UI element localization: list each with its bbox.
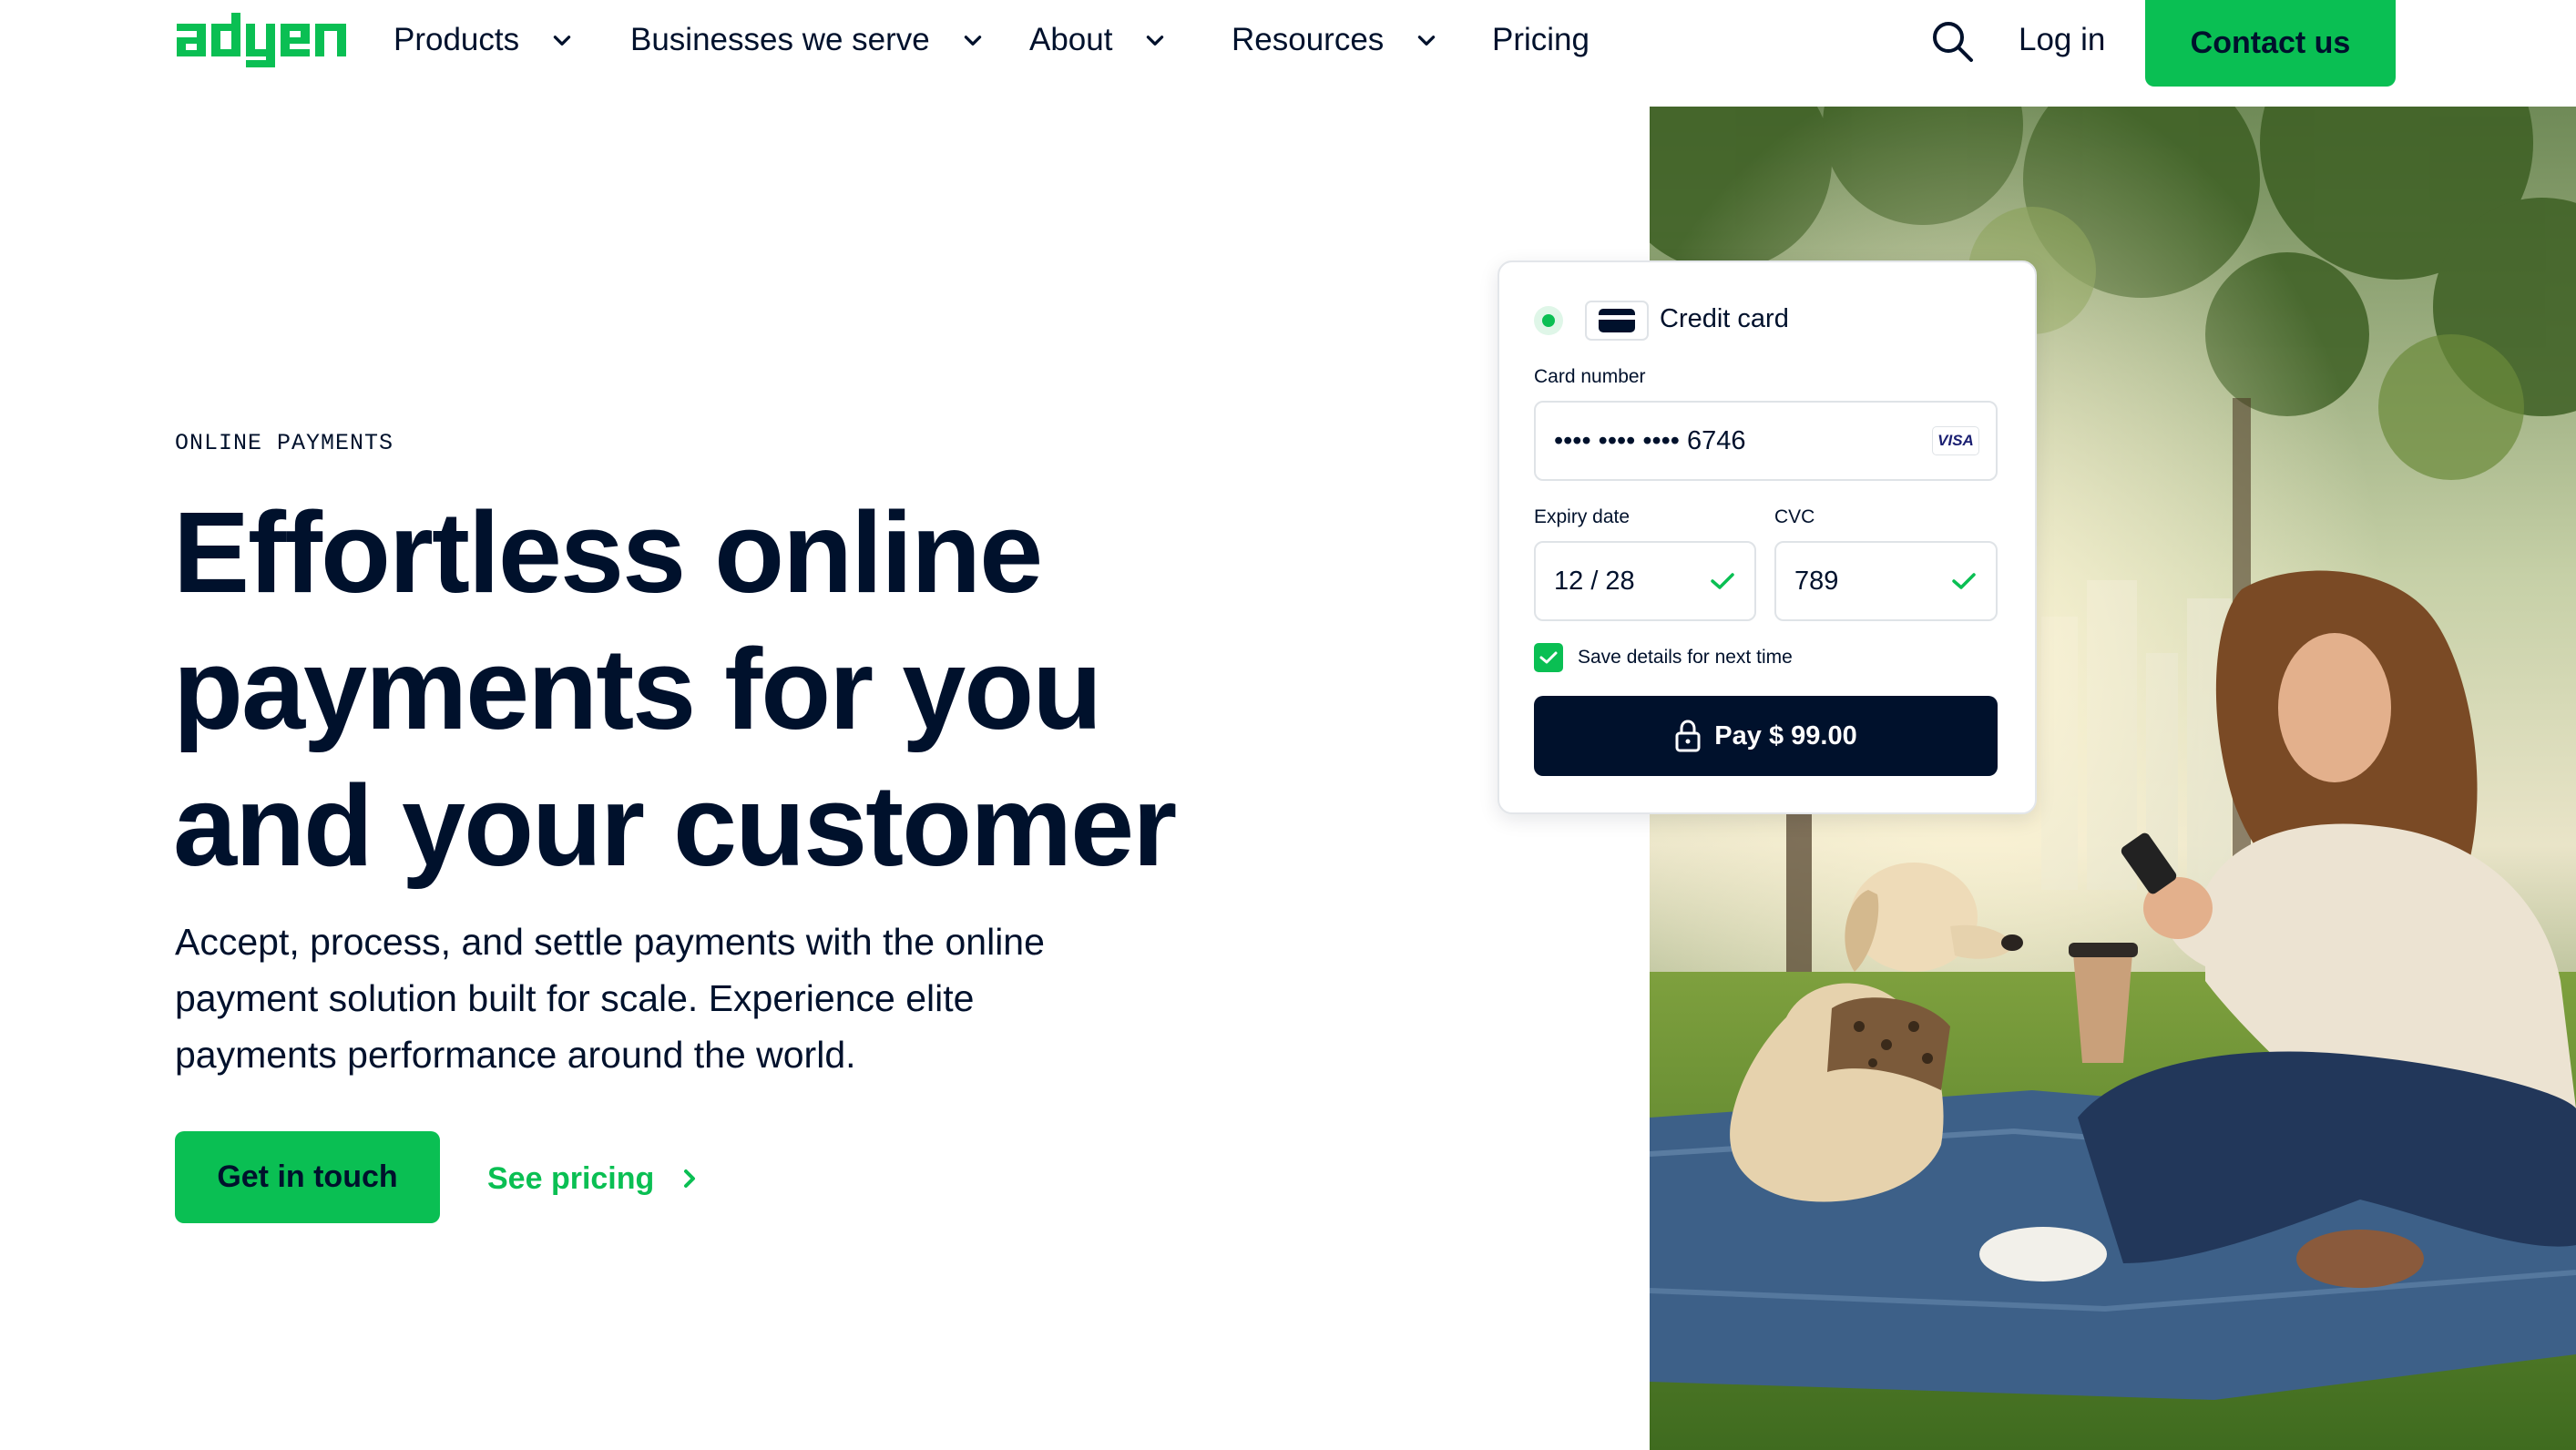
card-number-value: •••• •••• •••• 6746 — [1554, 425, 1746, 455]
checkmark-icon — [1952, 573, 1976, 589]
save-details-checkbox[interactable] — [1534, 643, 1563, 672]
login-link[interactable]: Log in — [2019, 18, 2105, 62]
chevron-down-icon — [553, 36, 571, 46]
nav-resources-label: Resources — [1232, 22, 1385, 57]
contact-us-label: Contact us — [2190, 26, 2351, 60]
adyen-logo[interactable]: adyen — [175, 11, 348, 76]
hero-description-line: payment solution built for scale. Experi… — [175, 977, 975, 1019]
hero-description: Accept, process, and settle payments wit… — [175, 914, 1195, 1083]
nav-businesses-we-serve[interactable]: Businesses we serve — [630, 18, 985, 62]
adyen-logo-mark — [177, 13, 346, 67]
hero-title-line: Effortless online — [173, 488, 1043, 617]
nav-pricing-label: Pricing — [1492, 22, 1590, 57]
chevron-down-icon — [1418, 36, 1436, 46]
nav-businesses-label: Businesses we serve — [630, 22, 930, 57]
chevron-down-icon — [1147, 36, 1164, 46]
hero-description-line: payments performance around the world. — [175, 1034, 856, 1076]
nav-products[interactable]: Products — [394, 18, 574, 62]
nav-pricing[interactable]: Pricing — [1492, 18, 1590, 62]
expiry-date-label: Expiry date — [1534, 506, 1630, 527]
top-navigation: adyen Products Businesses we serve About… — [0, 0, 2576, 91]
credit-card-icon — [1585, 301, 1649, 341]
card-number-label: Card number — [1534, 366, 1646, 387]
hero-description-line: Accept, process, and settle payments wit… — [175, 921, 1045, 963]
see-pricing-link[interactable]: See pricing — [487, 1157, 700, 1200]
credit-card-radio[interactable] — [1534, 306, 1563, 335]
hero-title: Effortless online payments for you and y… — [173, 485, 1357, 894]
nav-products-label: Products — [394, 22, 520, 57]
get-in-touch-label: Get in touch — [217, 1159, 398, 1194]
payment-method-label: Credit card — [1660, 304, 1789, 333]
nav-about[interactable]: About — [1029, 18, 1167, 62]
checkbox-check-icon — [1539, 651, 1558, 664]
hero-title-line: and your customer — [173, 761, 1177, 890]
checkmark-icon — [1711, 573, 1734, 589]
payment-card: Credit card Card number •••• •••• •••• 6… — [1498, 260, 2037, 814]
contact-us-button[interactable]: Contact us — [2145, 0, 2396, 87]
nav-resources[interactable]: Resources — [1232, 18, 1438, 62]
see-pricing-label: See pricing — [487, 1160, 655, 1196]
login-label: Log in — [2019, 22, 2106, 57]
save-details-label[interactable]: Save details for next time — [1578, 647, 1793, 669]
search-button[interactable] — [1929, 18, 1975, 64]
nav-about-label: About — [1029, 22, 1113, 57]
get-in-touch-button[interactable]: Get in touch — [175, 1131, 440, 1223]
visa-logo-icon: VISA — [1932, 426, 1979, 455]
hero-eyebrow: ONLINE PAYMENTS — [175, 430, 394, 456]
search-icon — [1933, 22, 1973, 62]
expiry-date-input[interactable]: 12 / 28 — [1534, 541, 1756, 621]
card-number-input[interactable]: •••• •••• •••• 6746 VISA — [1534, 401, 1998, 481]
lock-icon — [1675, 720, 1701, 752]
cvc-value: 789 — [1794, 566, 1839, 596]
chevron-right-icon — [684, 1169, 696, 1188]
pay-button[interactable]: Pay $ 99.00 — [1534, 696, 1998, 776]
chevron-down-icon — [964, 36, 981, 46]
card-glyph-icon — [1599, 309, 1635, 332]
hero-title-line: payments for you — [173, 625, 1102, 753]
pay-button-label: Pay $ 99.00 — [1714, 720, 1857, 751]
cvc-input[interactable]: 789 — [1774, 541, 1998, 621]
cvc-label: CVC — [1774, 506, 1815, 527]
expiry-date-value: 12 / 28 — [1554, 566, 1635, 596]
